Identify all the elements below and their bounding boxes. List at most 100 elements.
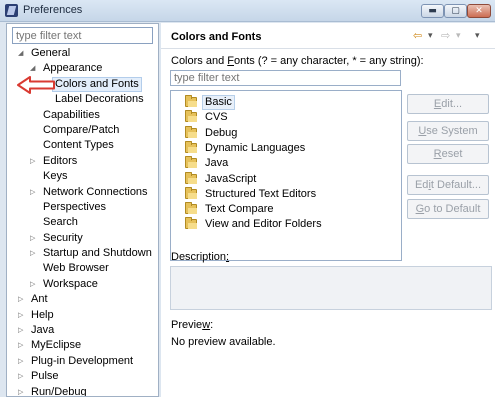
collapsed-arrow-icon[interactable]: ▷ bbox=[18, 308, 27, 323]
minimize-button[interactable]: ▬ bbox=[421, 4, 444, 18]
tree-item-label: Web Browser bbox=[43, 262, 109, 275]
description-label-pre: Description bbox=[171, 251, 227, 263]
font-category-label: Text Compare bbox=[205, 203, 274, 216]
tree-item-security[interactable]: ▷ Security bbox=[7, 231, 158, 246]
tree-item-label: Content Types bbox=[43, 139, 114, 152]
maximize-button[interactable]: ▢ bbox=[444, 4, 467, 18]
edit-button-post: dit... bbox=[441, 98, 463, 110]
description-label-mnemonic: : bbox=[226, 251, 230, 263]
go-to-default-button[interactable]: Go to Default bbox=[407, 199, 489, 219]
font-category-label: Basic bbox=[202, 95, 235, 110]
use-system-font-button[interactable]: Use System Font bbox=[407, 121, 489, 155]
collapsed-arrow-icon[interactable]: ▷ bbox=[18, 369, 27, 384]
expanded-arrow-icon[interactable]: ◢ bbox=[18, 46, 27, 61]
folder-icon bbox=[185, 202, 197, 215]
tree-item-label: Colors and Fonts bbox=[52, 76, 142, 92]
collapsed-arrow-icon[interactable]: ▷ bbox=[18, 323, 27, 338]
forward-dropdown-icon[interactable]: ▾ bbox=[456, 29, 461, 43]
tree-item-general[interactable]: ◢ General bbox=[7, 46, 158, 61]
colors-and-fonts-label-post: onts (? = any character, * = any string)… bbox=[234, 55, 424, 67]
collapsed-arrow-icon[interactable]: ▷ bbox=[30, 185, 39, 200]
folder-icon bbox=[185, 110, 197, 123]
title-bar: Preferences ▬ ▢ ✕ bbox=[0, 0, 495, 22]
close-button[interactable]: ✕ bbox=[467, 4, 491, 18]
tree-item-content-types[interactable]: Content Types bbox=[7, 138, 158, 153]
preview-label: Preview: bbox=[171, 319, 213, 331]
forward-arrow-icon[interactable]: ⇨ bbox=[441, 29, 450, 43]
preferences-tree: ◢ General ◢ Appearance Colors and Fonts Label… bbox=[7, 46, 158, 397]
tree-item-myeclipse[interactable]: ▷ MyEclipse bbox=[7, 338, 158, 353]
back-dropdown-icon[interactable]: ▾ bbox=[428, 29, 433, 43]
collapsed-arrow-icon[interactable]: ▷ bbox=[18, 338, 27, 353]
tree-item-label: MyEclipse bbox=[31, 339, 82, 352]
font-category-tree[interactable]: Basic CVS Debug Dynamic Languages Java JavaSc… bbox=[170, 90, 402, 261]
tree-item-label-decorations[interactable]: Label Decorations bbox=[7, 92, 158, 107]
expanded-arrow-icon[interactable]: ◢ bbox=[30, 61, 39, 76]
filter-input[interactable] bbox=[12, 27, 153, 44]
tree-item-compare-patch[interactable]: Compare/Patch bbox=[7, 123, 158, 138]
font-category-label: Structured Text Editors bbox=[205, 187, 317, 200]
tree-item-label: Perspectives bbox=[43, 200, 106, 213]
tree-item-editors[interactable]: ▷ Editors bbox=[7, 154, 158, 169]
tree-item-label: Editors bbox=[43, 154, 78, 167]
tree-item-label: General bbox=[31, 47, 71, 59]
colors-and-fonts-page: Colors and Fonts ⇦ ▾ ⇨ ▾ ▾ Colors and Fo… bbox=[161, 23, 495, 397]
collapsed-arrow-icon[interactable]: ▷ bbox=[18, 385, 27, 396]
description-label: Description: bbox=[171, 251, 229, 263]
back-arrow-icon[interactable]: ⇦ bbox=[413, 29, 422, 43]
description-box bbox=[170, 266, 492, 310]
reset-button-mnemonic: R bbox=[433, 148, 442, 160]
tree-item-perspectives[interactable]: Perspectives bbox=[7, 200, 158, 215]
folder-icon bbox=[185, 186, 197, 199]
tree-item-workspace[interactable]: ▷ Workspace bbox=[7, 277, 158, 292]
tree-item-pulse[interactable]: ▷ Pulse bbox=[7, 369, 158, 384]
tree-item-capabilities[interactable]: Capabilities bbox=[7, 108, 158, 123]
collapsed-arrow-icon[interactable]: ▷ bbox=[18, 354, 27, 369]
tree-item-run-debug[interactable]: ▷ Run/Debug bbox=[7, 385, 158, 397]
collapsed-arrow-icon[interactable]: ▷ bbox=[30, 154, 39, 169]
tree-item-label: Run/Debug bbox=[31, 385, 87, 397]
tree-item-label: Keys bbox=[43, 170, 68, 183]
tree-item-web-browser[interactable]: Web Browser bbox=[7, 261, 158, 276]
tree-item-label: Java bbox=[31, 324, 55, 337]
view-menu-icon[interactable]: ▾ bbox=[475, 29, 480, 43]
red-annotation-arrow bbox=[17, 76, 55, 94]
reset-button[interactable]: Reset bbox=[407, 144, 489, 164]
tree-item-label: Help bbox=[31, 308, 54, 321]
tree-item-help[interactable]: ▷ Help bbox=[7, 308, 158, 323]
tree-item-label: Compare/Patch bbox=[43, 123, 120, 136]
tree-item-keys[interactable]: Keys bbox=[7, 169, 158, 184]
tree-item-label: Security bbox=[43, 231, 83, 244]
folder-icon bbox=[185, 171, 197, 184]
tree-item-label: Label Decorations bbox=[55, 93, 144, 106]
tree-item-plug-in-development[interactable]: ▷ Plug-in Development bbox=[7, 354, 158, 369]
tree-item-appearance[interactable]: ◢ Appearance bbox=[7, 61, 158, 76]
font-category-label: View and Editor Folders bbox=[205, 218, 322, 231]
font-category-label: JavaScript bbox=[205, 172, 257, 185]
collapsed-arrow-icon[interactable]: ▷ bbox=[30, 231, 39, 246]
edit-button[interactable]: Edit... bbox=[407, 94, 489, 114]
tree-item-label: Pulse bbox=[31, 370, 59, 383]
colors-and-fonts-label-pre: Colors and bbox=[171, 55, 228, 67]
preview-label-post: : bbox=[210, 319, 214, 331]
window-title: Preferences bbox=[23, 4, 83, 16]
tree-item-ant[interactable]: ▷ Ant bbox=[7, 292, 158, 307]
collapsed-arrow-icon[interactable]: ▷ bbox=[30, 246, 39, 261]
preview-label-mnemonic: w bbox=[202, 319, 211, 331]
reset-button-post: eset bbox=[441, 148, 463, 160]
collapsed-arrow-icon[interactable]: ▷ bbox=[18, 292, 27, 307]
tree-item-network-connections[interactable]: ▷ Network Connections bbox=[7, 185, 158, 200]
edit-default-button[interactable]: Edit Default... bbox=[407, 175, 489, 195]
eclipse-app-icon bbox=[5, 4, 18, 17]
tree-item-search[interactable]: Search bbox=[7, 215, 158, 230]
tree-item-label: Capabilities bbox=[43, 108, 100, 121]
go-to-default-button-mnemonic: G bbox=[415, 203, 425, 215]
tree-item-java[interactable]: ▷ Java bbox=[7, 323, 158, 338]
font-filter-input[interactable] bbox=[170, 70, 401, 86]
folder-icon bbox=[185, 217, 197, 230]
font-category-label: Dynamic Languages bbox=[205, 141, 306, 154]
collapsed-arrow-icon[interactable]: ▷ bbox=[30, 277, 39, 292]
folder-icon bbox=[185, 156, 197, 169]
tree-item-label: Ant bbox=[31, 293, 48, 306]
tree-item-startup-and-shutdown[interactable]: ▷ Startup and Shutdown bbox=[7, 246, 158, 261]
